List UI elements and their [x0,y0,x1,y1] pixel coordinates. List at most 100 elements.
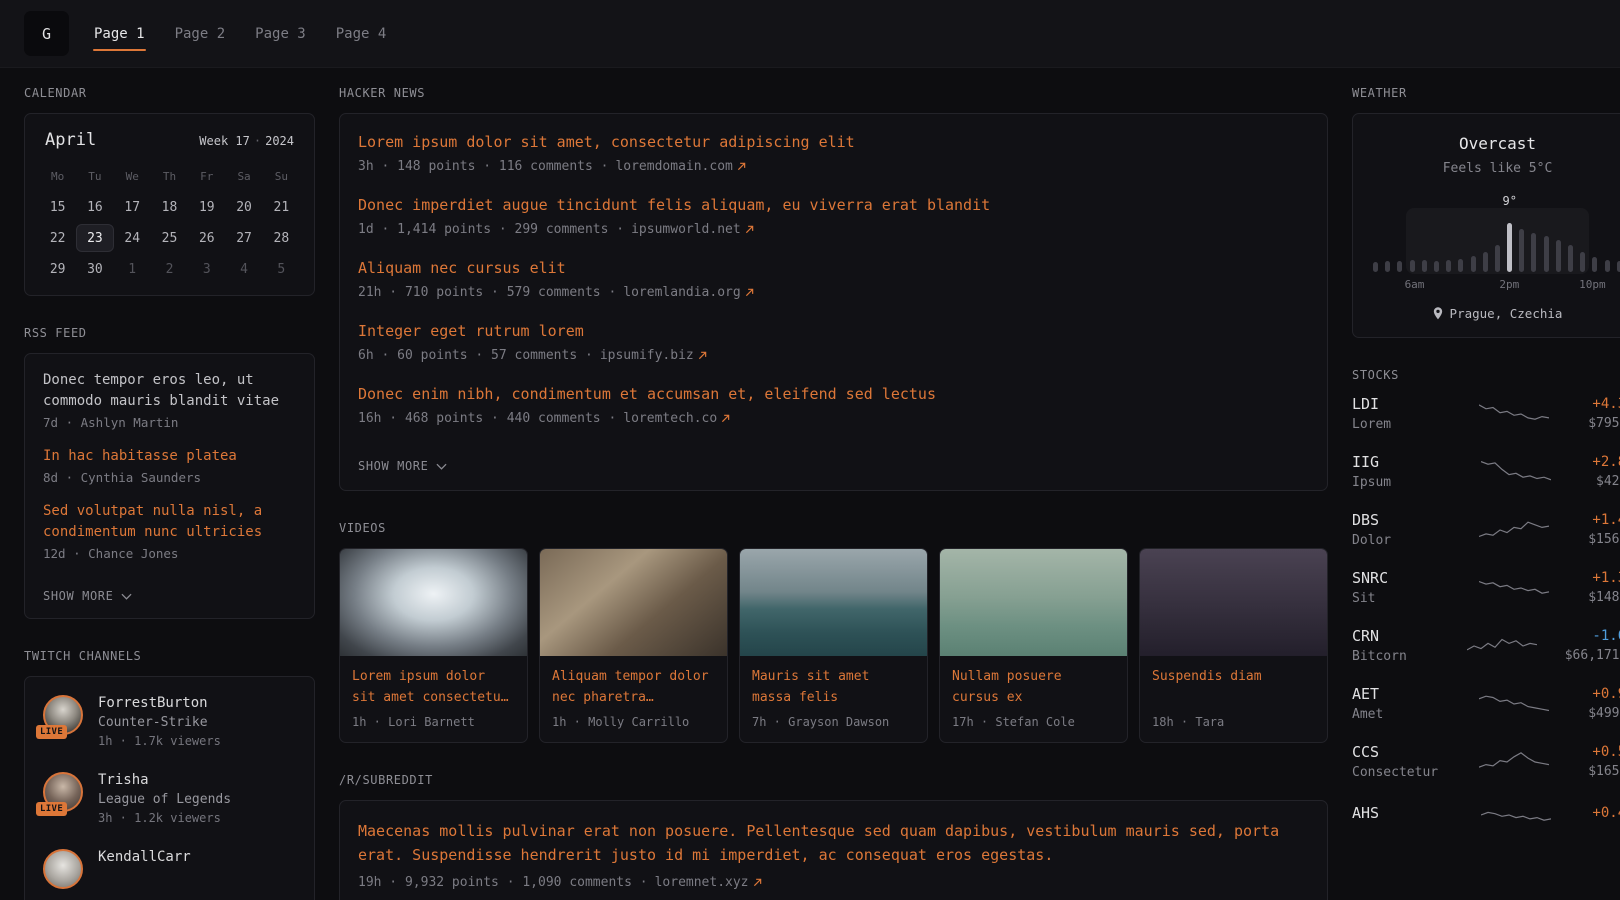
video-title-link[interactable]: Suspendis diam [1152,667,1315,709]
stock-row[interactable]: CCS Consectetur +0.51% $165.84 [1352,743,1620,780]
stock-sparkline [1440,801,1592,829]
twitch-channel-row[interactable]: LIVE Trisha League of Legends 3h · 1.2k … [43,772,296,825]
hn-item-stats: 3h · 148 points · 116 comments · [358,159,608,174]
hn-item-domain-link[interactable]: loremdomain.com [615,159,745,174]
subreddit-post-title-link[interactable]: Maecenas mollis pulvinar erat non posuer… [358,819,1309,867]
video-meta: 18h · Tara [1152,715,1315,729]
hn-item-domain: loremdomain.com [615,159,732,174]
hn-item: Donec imperdiet augue tincidunt felis al… [358,195,1309,237]
live-badge: LIVE [36,802,67,816]
video-thumbnail[interactable] [1140,549,1327,656]
calendar-day: 16 [76,193,113,221]
stock-price: $148.64 [1588,590,1620,605]
video-title-link[interactable]: Aliquam tempor dolor nec pharetra… [552,667,715,709]
stock-info: CCS Consectetur [1352,743,1440,780]
hn-item-domain-link[interactable]: ipsumworld.net [631,222,754,237]
subreddit-post-domain-link[interactable]: loremnet.xyz [655,875,762,890]
hn-item-domain-link[interactable]: loremlandia.org [623,285,753,300]
hn-item: Lorem ipsum dolor sit amet, consectetur … [358,132,1309,174]
tab-page-4[interactable]: Page 4 [335,18,388,50]
stock-row[interactable]: CRN Bitcorn -1.00% $66,171.48 [1352,627,1620,664]
stock-name: Consectetur [1352,765,1440,780]
stock-sparkline [1440,748,1588,776]
hn-item-domain: ipsumify.biz [600,348,694,363]
hn-item-title-link[interactable]: Donec imperdiet augue tincidunt felis al… [358,195,1309,216]
weather-time-axis: 6am2pm10pm [1373,278,1620,292]
hn-item: Integer eget rutrum lorem 6h · 60 points… [358,321,1309,363]
hn-item-stats: 16h · 468 points · 440 comments · [358,411,616,426]
tab-page-1[interactable]: Page 1 [93,18,146,50]
subreddit-section-title: /R/SUBREDDIT [339,773,1328,787]
stock-symbol: CCS [1352,743,1440,761]
hn-item-title-link[interactable]: Lorem ipsum dolor sit amet, consectetur … [358,132,1309,153]
twitch-channel-row[interactable]: KendallCarr [43,849,296,889]
video-thumbnail[interactable] [940,549,1127,656]
stock-symbol: AET [1352,685,1440,703]
rss-item-title-link[interactable]: Sed volutpat nulla nisl, a condimentum n… [43,501,296,543]
channel-avatar-wrap [43,849,83,889]
weather-peak-temp: 9° [1503,194,1517,208]
calendar-day: 18 [151,193,188,221]
weather-bar [1507,223,1512,272]
calendar-day: 28 [263,224,300,252]
tab-page-3[interactable]: Page 3 [254,18,307,50]
calendar-year: 2024 [265,134,294,148]
video-card[interactable]: Aliquam tempor dolor nec pharetra… 1h · … [539,548,728,743]
stock-info: LDI Lorem [1352,395,1440,432]
video-title-link[interactable]: Lorem ipsum dolor sit amet consectetu… [352,667,515,709]
twitch-widget: TWITCH CHANNELS LIVE ForrestBurton Count… [24,649,315,900]
twitch-channel-row[interactable]: LIVE ForrestBurton Counter-Strike 1h · 1… [43,695,296,748]
hn-item-title-link[interactable]: Integer eget rutrum lorem [358,321,1309,342]
rss-show-more-button[interactable]: SHOW MORE [43,589,132,603]
rss-item-title-link[interactable]: In hac habitasse platea [43,446,296,467]
calendar-day: 1 [114,255,151,283]
video-card-body: Aliquam tempor dolor nec pharetra… 1h · … [540,656,727,742]
stock-row[interactable]: AET Amet +0.92% $499.72 [1352,685,1620,722]
external-link-icon [745,288,754,297]
calendar-day: 25 [151,224,188,252]
hn-item-title-link[interactable]: Donec enim nibh, condimentum et accumsan… [358,384,1309,405]
weather-bars [1373,216,1620,272]
external-link-icon [698,351,707,360]
video-title-link[interactable]: Nullam posuere cursus ex [952,667,1115,709]
hn-item: Aliquam nec cursus elit 21h · 710 points… [358,258,1309,300]
video-card[interactable]: Suspendis diam 18h · Tara [1139,548,1328,743]
calendar-dow-label: We [114,162,151,190]
stock-row[interactable]: DBS Dolor +1.42% $156.28 [1352,511,1620,548]
tab-page-2[interactable]: Page 2 [174,18,227,50]
weather-widget: WEATHER Overcast Feels like 5°C 9° 6am2p… [1352,86,1620,338]
hn-item-domain-link[interactable]: ipsumify.biz [600,348,707,363]
stock-row[interactable]: IIG Ipsum +2.84% $42.04 [1352,453,1620,490]
calendar-header: April Week 17·2024 [39,130,300,162]
video-card-body: Mauris sit amet massa felis 7h · Grayson… [740,656,927,742]
external-link-icon [753,878,762,887]
hn-item-title-link[interactable]: Aliquam nec cursus elit [358,258,1309,279]
rss-item-title-link[interactable]: Donec tempor eros leo, ut commodo mauris… [43,370,296,412]
video-card[interactable]: Nullam posuere cursus ex 17h · Stefan Co… [939,548,1128,743]
sparkline-chart [1481,458,1551,486]
stock-price: $499.72 [1588,706,1620,721]
stock-price: $165.84 [1588,764,1620,779]
stock-name: Amet [1352,707,1440,722]
weather-bar [1605,260,1610,272]
location-pin-icon [1433,307,1443,320]
video-card[interactable]: Lorem ipsum dolor sit amet consectetu… 1… [339,548,528,743]
video-card[interactable]: Mauris sit amet massa felis 7h · Grayson… [739,548,928,743]
twitch-section-title: TWITCH CHANNELS [24,649,315,663]
rss-item-meta: 7d · Ashlyn Martin [43,415,296,430]
video-title-link[interactable]: Mauris sit amet massa felis [752,667,915,709]
sparkline-chart [1481,801,1551,829]
hn-show-more-button[interactable]: SHOW MORE [358,459,447,473]
video-thumbnail[interactable] [740,549,927,656]
channel-name: ForrestBurton [98,695,221,711]
stock-row[interactable]: SNRC Sit +1.36% $148.64 [1352,569,1620,606]
hn-item-domain-link[interactable]: loremtech.co [623,411,730,426]
weather-bar [1446,260,1451,272]
app-logo[interactable]: G [24,11,69,56]
weather-bar [1385,261,1390,272]
video-thumbnail[interactable] [340,549,527,656]
weather-bar [1483,252,1488,272]
video-thumbnail[interactable] [540,549,727,656]
stock-row[interactable]: AHS +0.46% [1352,801,1620,829]
stock-row[interactable]: LDI Lorem +4.35% $795.18 [1352,395,1620,432]
